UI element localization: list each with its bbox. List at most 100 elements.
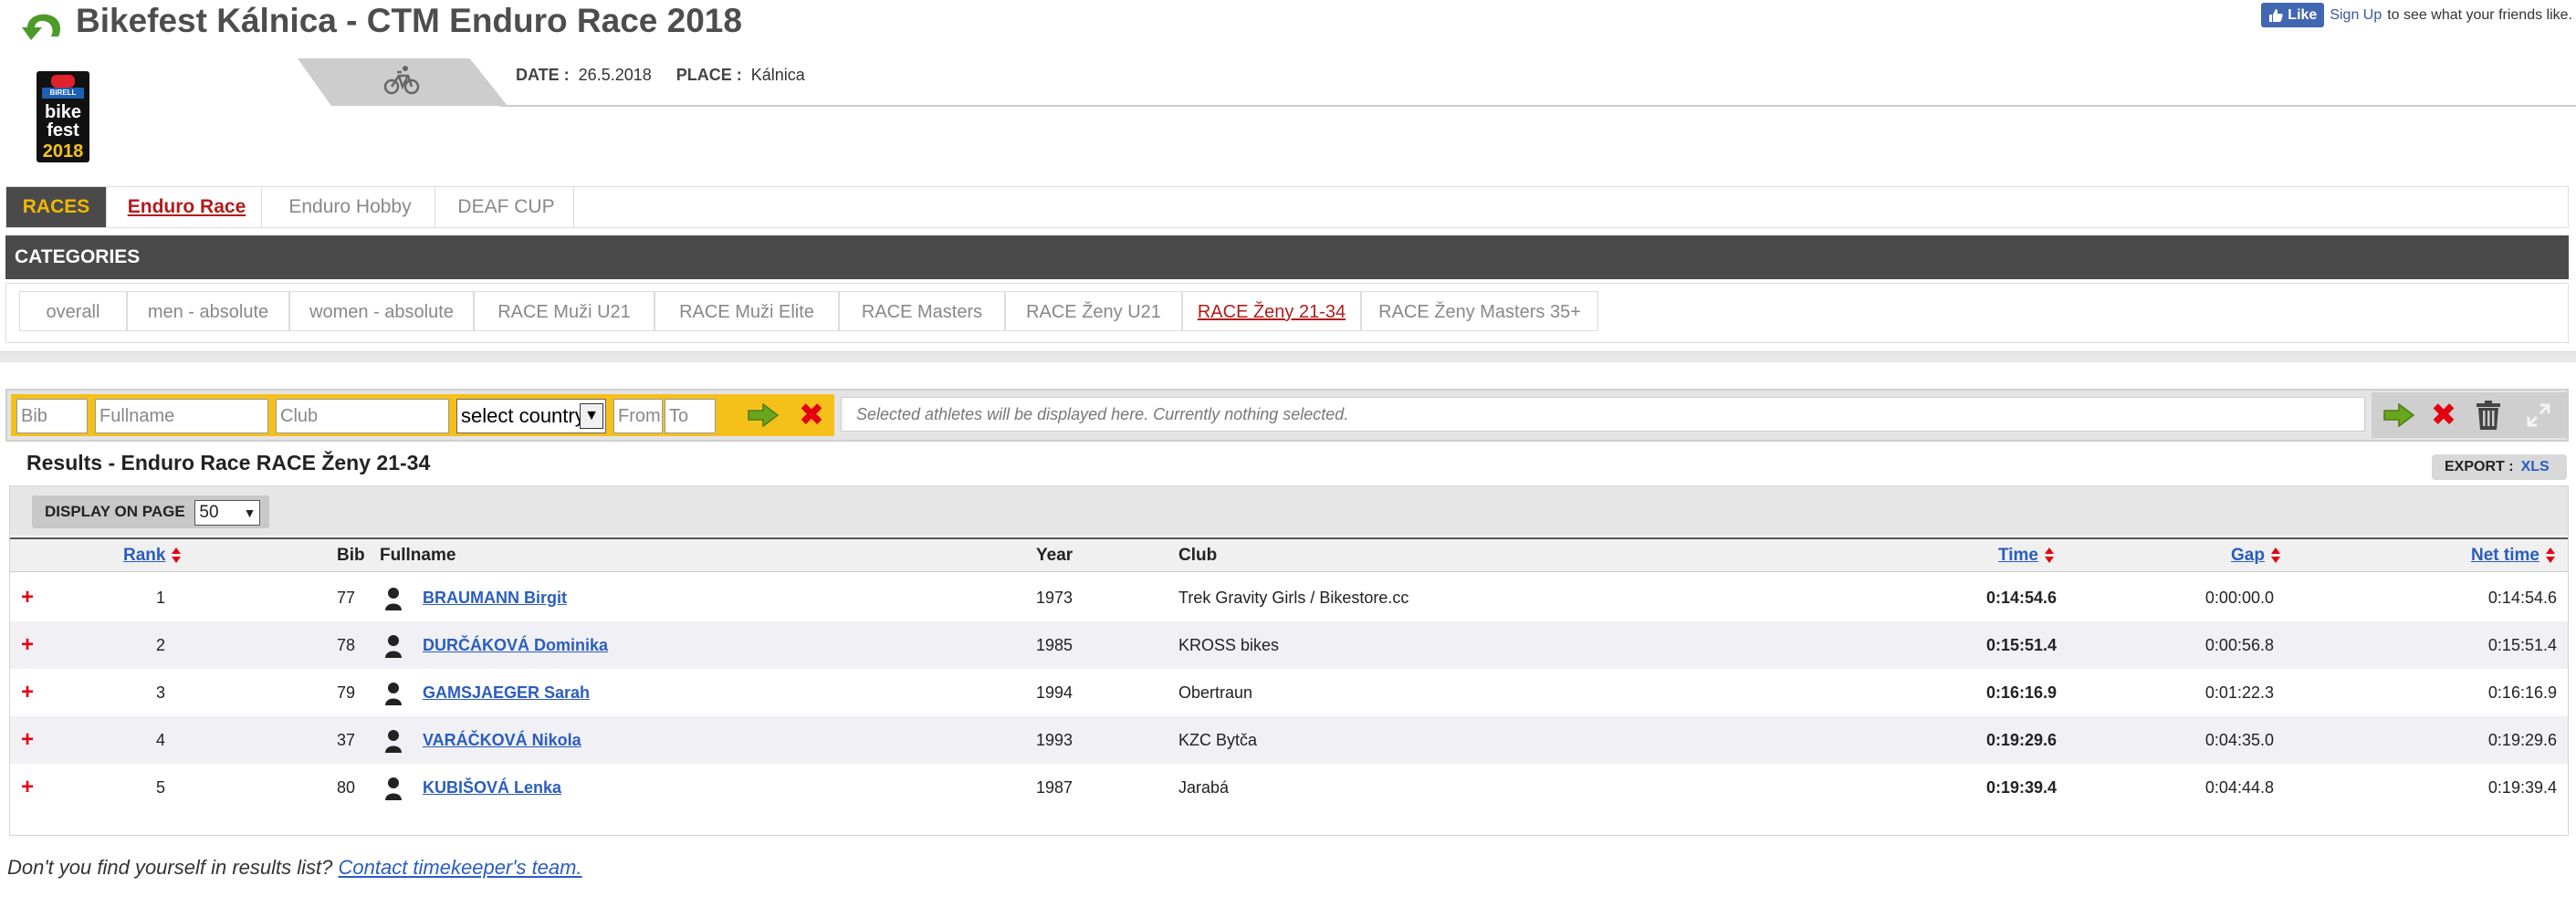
category-zeny-u21[interactable]: RACE Ženy U21 <box>1005 291 1182 331</box>
col-fullname: Fullname <box>380 546 456 565</box>
expand-icon[interactable] <box>2527 403 2550 427</box>
athlete-name-link[interactable]: BRAUMANN Birgit <box>423 574 567 621</box>
row-rank: 2 <box>155 636 165 654</box>
category-muzi-u21[interactable]: RACE Muži U21 <box>474 291 654 331</box>
page-size-value: 50 <box>199 502 219 522</box>
races-tab-bar: RACES Enduro Race Enduro Hobby DEAF CUP <box>5 186 2569 228</box>
row-club: Trek Gravity Girls / Bikestore.cc <box>1178 589 1409 607</box>
categories-bar: overall men - absolute women - absolute … <box>5 283 2569 343</box>
athlete-name-link[interactable]: VARÁČKOVÁ Nikola <box>423 716 581 764</box>
row-time: 0:14:54.6 <box>1985 589 2057 607</box>
export-xls-link[interactable]: XLS <box>2521 459 2550 474</box>
category-zeny-21-34[interactable]: RACE Ženy 21-34 <box>1182 291 1361 331</box>
col-rank[interactable]: Rank <box>123 539 182 572</box>
tab-deaf-cup[interactable]: DEAF CUP <box>439 187 574 227</box>
row-gap: 0:00:00.0 <box>2204 589 2274 607</box>
row-bib: 80 <box>336 778 355 797</box>
event-date: 26.5.2018 <box>578 66 652 84</box>
remove-selection-x-icon[interactable]: ✖ <box>2430 400 2457 431</box>
export-label: EXPORT : <box>2445 459 2514 474</box>
row-gap: 0:04:35.0 <box>2204 731 2274 749</box>
sort-icon <box>171 546 182 566</box>
table-row: +4 37 VARÁČKOVÁ Nikola 1993 KZC Bytča 0:19:29… <box>10 716 2568 764</box>
clear-filter-x-icon[interactable]: ✖ <box>798 400 825 431</box>
tab-enduro-race[interactable]: Enduro Race <box>112 187 262 227</box>
compare-arrow-icon[interactable] <box>2382 403 2415 427</box>
logo-top-shape <box>51 75 75 88</box>
tab-enduro-hobby[interactable]: Enduro Hobby <box>266 187 435 227</box>
col-net-time[interactable]: Net time <box>2471 539 2556 572</box>
apply-filter-arrow-icon[interactable] <box>747 403 780 427</box>
athlete-name-link[interactable]: GAMSJAEGER Sarah <box>423 669 590 716</box>
person-icon <box>385 683 402 705</box>
page-header: Bikefest Kálnica - CTM Enduro Race 2018 … <box>0 0 2576 55</box>
col-time[interactable]: Time <box>1998 539 2055 572</box>
athlete-name-link[interactable]: KUBIŠOVÁ Lenka <box>423 764 561 811</box>
footer-text: Don't you find yourself in results list? <box>7 856 333 879</box>
col-club: Club <box>1178 546 1218 565</box>
category-men-absolute[interactable]: men - absolute <box>127 291 289 331</box>
fullname-input[interactable]: Fullname <box>95 399 268 433</box>
row-net-time: 0:19:29.6 <box>2487 731 2557 749</box>
country-select[interactable]: select country ▼ <box>456 399 606 433</box>
category-zeny-masters-35[interactable]: RACE Ženy Masters 35+ <box>1361 291 1598 331</box>
person-icon <box>385 777 402 800</box>
person-icon <box>385 635 402 658</box>
footer-note: Don't you find yourself in results list?… <box>7 856 582 880</box>
filter-controls: Bib Fullname Club select country ▼ From … <box>11 394 834 436</box>
category-overall[interactable]: overall <box>19 291 127 331</box>
display-options-bar: DISPLAY ON PAGE 50 ▼ <box>10 486 2568 536</box>
row-bib: 37 <box>336 731 355 749</box>
expand-row-plus-icon[interactable]: + <box>21 621 34 669</box>
expand-row-plus-icon[interactable]: + <box>21 764 34 811</box>
back-arrow-icon[interactable] <box>22 7 64 42</box>
category-women-absolute[interactable]: women - absolute <box>289 291 474 331</box>
sort-icon <box>2044 546 2055 566</box>
row-rank: 5 <box>155 778 165 797</box>
bike-icon <box>383 66 420 95</box>
category-muzi-elite[interactable]: RACE Muži Elite <box>654 291 839 331</box>
expand-row-plus-icon[interactable]: + <box>21 716 34 764</box>
category-masters[interactable]: RACE Masters <box>839 291 1005 331</box>
row-year: 1985 <box>1036 636 1073 654</box>
filter-bar: Bib Fullname Club select country ▼ From … <box>5 389 2569 442</box>
event-info: DATE : 26.5.2018 PLACE : Kálnica <box>516 66 825 85</box>
row-year: 1993 <box>1036 731 1073 749</box>
table-header: Rank Bib Fullname Year Club Time Gap Net… <box>10 537 2568 572</box>
bib-input[interactable]: Bib <box>16 399 88 433</box>
from-input[interactable]: From <box>613 399 663 433</box>
races-label: RACES <box>6 187 107 227</box>
country-select-value: select country <box>461 404 585 427</box>
club-input[interactable]: Club <box>276 399 449 433</box>
page-size-select[interactable]: 50 ▼ <box>194 499 261 526</box>
row-bib: 77 <box>336 589 355 607</box>
row-time: 0:19:29.6 <box>1985 731 2057 749</box>
row-club: Obertraun <box>1178 683 1253 702</box>
athlete-name-link[interactable]: DURČÁKOVÁ Dominika <box>423 621 608 669</box>
row-club: KZC Bytča <box>1178 731 1258 749</box>
row-year: 1994 <box>1036 683 1073 702</box>
thumbs-up-icon <box>2269 8 2283 22</box>
col-rank-label: Rank <box>123 546 166 565</box>
row-net-time: 0:14:54.6 <box>2487 589 2557 607</box>
export-bar: EXPORT : XLS <box>2432 454 2567 480</box>
trash-icon[interactable] <box>2474 400 2503 431</box>
col-year: Year <box>1036 546 1073 565</box>
expand-row-plus-icon[interactable]: + <box>21 574 34 621</box>
expand-row-plus-icon[interactable]: + <box>21 669 34 716</box>
col-gap-label: Gap <box>2231 546 2265 565</box>
date-label: DATE : <box>516 66 570 84</box>
row-bib: 79 <box>336 683 355 702</box>
to-input[interactable]: To <box>665 399 716 433</box>
contact-timekeeper-link[interactable]: Contact timekeeper's team. <box>339 856 582 879</box>
col-bib: Bib <box>337 546 365 565</box>
fb-like-button[interactable]: Like <box>2261 3 2325 27</box>
row-bib: 78 <box>336 636 355 654</box>
row-rank: 1 <box>155 589 165 607</box>
table-row: +1 77 BRAUMANN Birgit 1973 Trek Gravity Girl… <box>10 574 2568 621</box>
col-gap[interactable]: Gap <box>2231 539 2281 572</box>
row-net-time: 0:19:39.4 <box>2487 778 2557 797</box>
results-title: Results - Enduro Race RACE Ženy 21-34 <box>26 451 431 474</box>
fb-signup-link[interactable]: Sign Up <box>2330 7 2382 24</box>
row-year: 1987 <box>1036 778 1073 797</box>
